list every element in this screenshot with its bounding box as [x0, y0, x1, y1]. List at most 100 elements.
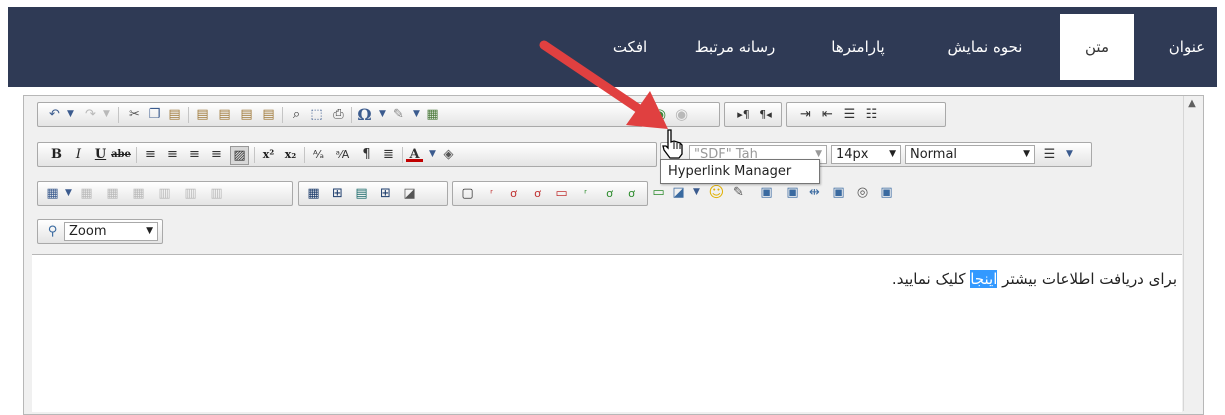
find-icon[interactable]: ⌕ [288, 106, 305, 123]
table-style-4-icon[interactable]: ⊞ [377, 185, 394, 202]
superscript-icon[interactable]: x² [260, 146, 277, 163]
paste-plain-text-icon[interactable]: ▤ [216, 106, 233, 123]
underline-button[interactable]: U [92, 146, 109, 163]
horizontal-rule-icon[interactable]: ≣ [380, 146, 397, 163]
form-element-1-icon[interactable]: ʳ [483, 185, 500, 202]
separator [304, 147, 305, 163]
document-manager-icon[interactable]: ✎ [730, 184, 747, 201]
toolbar-row2-group1: B I U abe ≡ ≡ ≡ ≡ ▨ x² x₂ ᴬ⁄ₐ ᵃ⁄A ¶ ≣ A … [37, 142, 657, 167]
italic-button[interactable]: I [70, 146, 87, 163]
cut-icon[interactable]: ✂ [126, 106, 143, 123]
content-paragraph[interactable]: برای دریافت اطلاعات بیشتر اینجا کلیک نما… [892, 270, 1177, 288]
insert-table-dropdown-icon[interactable]: ▼ [60, 185, 77, 202]
print-icon[interactable]: ⎙ [330, 106, 347, 123]
subscript-icon[interactable]: x₂ [282, 146, 299, 163]
align-left-icon[interactable]: ≡ [142, 146, 159, 163]
media-manager-icon[interactable]: ▣ [830, 184, 847, 201]
line-spacing-icon[interactable]: ☰ [1041, 146, 1058, 163]
form-element-2-icon[interactable]: ơ [505, 185, 522, 202]
insert-form-icon[interactable]: ▢ [459, 185, 476, 202]
special-characters-dropdown-icon[interactable]: ▼ [374, 106, 391, 123]
select-all-icon[interactable]: ⬚ [308, 106, 325, 123]
selected-link-text[interactable]: اینجا [970, 270, 998, 288]
format-stripper-dropdown-icon[interactable]: ▼ [408, 106, 425, 123]
zoom-select[interactable]: Zoom ▼ [64, 222, 158, 241]
tab-title[interactable]: عنوان [1160, 14, 1214, 80]
tab-display-mode[interactable]: نحوه نمایش [930, 14, 1040, 80]
toolbar-row1-group3: ▸¶ ¶◂ [724, 102, 782, 127]
template-image-icon[interactable]: ▣ [878, 184, 895, 201]
hyperlink-manager-tooltip: Hyperlink Manager [660, 159, 820, 184]
convert-lower-icon[interactable]: ᴬ⁄ₐ [310, 146, 327, 163]
insert-row-below-icon[interactable]: ▦ [104, 185, 121, 202]
separator [188, 107, 189, 123]
insert-column-left-icon[interactable]: ▥ [156, 185, 173, 202]
module-manager-icon[interactable]: ▦ [424, 106, 441, 123]
background-color-icon[interactable]: ◈ [440, 146, 457, 163]
paste-icon[interactable]: ▤ [166, 106, 183, 123]
convert-upper-icon[interactable]: ᵃ⁄A [334, 146, 351, 163]
table-style-2-icon[interactable]: ⊞ [329, 185, 346, 202]
form-element-8-icon[interactable]: ▭ [650, 184, 667, 201]
form-element-3-icon[interactable]: ơ [529, 185, 546, 202]
emoticon-icon[interactable]: ☺ [708, 184, 725, 201]
foreground-color-dropdown-icon[interactable]: ▼ [424, 146, 441, 163]
format-stripper-icon[interactable]: ✎ [390, 106, 407, 123]
align-center-icon[interactable]: ≡ [164, 146, 181, 163]
ltr-icon[interactable]: ▸¶ [735, 106, 752, 123]
justify-icon[interactable]: ≡ [208, 146, 225, 163]
numbered-list-icon[interactable]: ☰ [841, 106, 858, 123]
tab-related-media[interactable]: رسانه مرتبط [680, 14, 790, 80]
bullet-list-icon[interactable]: ☷ [863, 106, 880, 123]
insert-row-above-icon[interactable]: ▦ [78, 185, 95, 202]
undo-icon[interactable]: ↶ [46, 106, 63, 123]
font-size-value: 14px [836, 147, 869, 162]
indent-icon[interactable]: ⇥ [797, 106, 814, 123]
outdent-icon[interactable]: ⇤ [819, 106, 836, 123]
table-properties-icon[interactable]: ◪ [401, 185, 418, 202]
delete-column-icon[interactable]: ▥ [208, 185, 225, 202]
line-spacing-dropdown-icon[interactable]: ▼ [1061, 146, 1078, 163]
template-manager-icon[interactable]: ◪ [670, 184, 687, 201]
undo-dropdown-icon[interactable]: ▼ [62, 106, 79, 123]
strikethrough-button[interactable]: abe [110, 146, 132, 163]
copy-icon[interactable]: ❐ [146, 106, 163, 123]
font-size-select[interactable]: 14px ▼ [831, 145, 901, 164]
insert-column-right-icon[interactable]: ▥ [182, 185, 199, 202]
redo-icon[interactable]: ↷ [82, 106, 99, 123]
foreground-color-icon[interactable]: A [406, 146, 423, 162]
redo-dropdown-icon[interactable]: ▼ [98, 106, 115, 123]
insert-table-icon[interactable]: ▦ [44, 185, 61, 202]
paste-as-html-icon[interactable]: ▤ [238, 106, 255, 123]
editor-scrollbar[interactable] [1183, 96, 1202, 411]
align-right-icon[interactable]: ≡ [186, 146, 203, 163]
form-element-7-icon[interactable]: ơ [623, 185, 640, 202]
paragraph-style-select[interactable]: Normal ▼ [905, 145, 1035, 164]
template-dropdown-icon[interactable]: ▼ [688, 184, 705, 201]
image-manager-icon[interactable]: ▣ [758, 184, 775, 201]
paragraph-style-value: Normal [910, 147, 958, 162]
zoom-icon[interactable]: ⚲ [44, 223, 61, 240]
flash-manager-icon[interactable]: ⇹ [806, 184, 823, 201]
scroll-up-icon[interactable]: ▲ [1186, 96, 1198, 112]
rtl-icon[interactable]: ¶◂ [757, 106, 774, 123]
remove-alignment-icon[interactable]: ▨ [230, 146, 249, 165]
bold-button[interactable]: B [48, 146, 65, 163]
tab-parameters[interactable]: پارامترها [808, 14, 908, 80]
table-style-3-icon[interactable]: ▤ [353, 185, 370, 202]
silverlight-manager-icon[interactable]: ◎ [854, 184, 871, 201]
paste-html-icon[interactable]: ▤ [260, 106, 277, 123]
form-element-6-icon[interactable]: ơ [601, 185, 618, 202]
delete-row-icon[interactable]: ▦ [130, 185, 147, 202]
table-style-1-icon[interactable]: ▦ [305, 185, 322, 202]
separator [254, 147, 255, 163]
form-element-4-icon[interactable]: ▭ [553, 185, 570, 202]
paste-from-word-icon[interactable]: ▤ [194, 106, 211, 123]
form-element-5-icon[interactable]: ʳ [577, 185, 594, 202]
insert-paragraph-icon[interactable]: ¶ [358, 146, 375, 163]
chevron-down-icon: ▼ [1023, 149, 1030, 159]
special-characters-icon[interactable]: Ω [356, 106, 373, 123]
toolbar-row3-group3: ▢ ʳ ơ ơ ▭ ʳ ơ ơ [452, 181, 648, 206]
image-map-editor-icon[interactable]: ▣ [784, 184, 801, 201]
tab-text[interactable]: متن [1060, 14, 1134, 80]
